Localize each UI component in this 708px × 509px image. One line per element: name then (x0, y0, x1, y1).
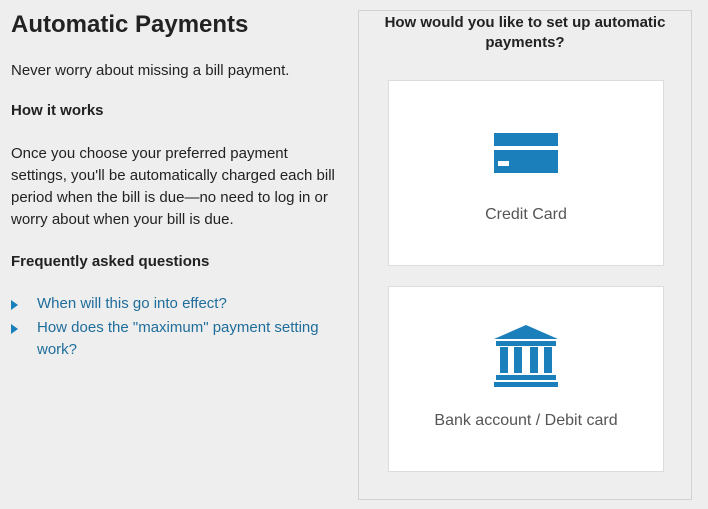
faq-item-effective-date[interactable]: When will this go into effect? (11, 293, 331, 315)
faq-item-maximum-setting[interactable]: How does the "maximum" payment setting w… (11, 317, 331, 361)
faq-list: When will this go into effect? How does … (11, 293, 331, 363)
credit-card-icon (494, 133, 558, 173)
faq-heading: Frequently asked questions (11, 253, 210, 270)
page-title: Automatic Payments (11, 11, 249, 38)
faq-item-label[interactable]: How does the "maximum" payment setting w… (37, 319, 319, 358)
bank-account-option[interactable]: Bank account / Debit card (388, 286, 664, 472)
setup-panel: How would you like to set up automatic p… (358, 10, 692, 500)
tagline: Never worry about missing a bill payment… (11, 62, 290, 79)
faq-item-label[interactable]: When will this go into effect? (37, 295, 227, 312)
credit-card-label: Credit Card (485, 206, 567, 223)
bank-icon (494, 325, 558, 387)
caret-right-icon (11, 324, 18, 334)
credit-card-option[interactable]: Credit Card (388, 80, 664, 266)
bank-account-label: Bank account / Debit card (434, 412, 618, 429)
how-it-works-text: Once you choose your preferred payment s… (11, 145, 335, 228)
setup-question: How would you like to set up automatic p… (384, 14, 666, 51)
caret-right-icon (11, 300, 18, 310)
how-it-works-heading: How it works (11, 102, 104, 119)
